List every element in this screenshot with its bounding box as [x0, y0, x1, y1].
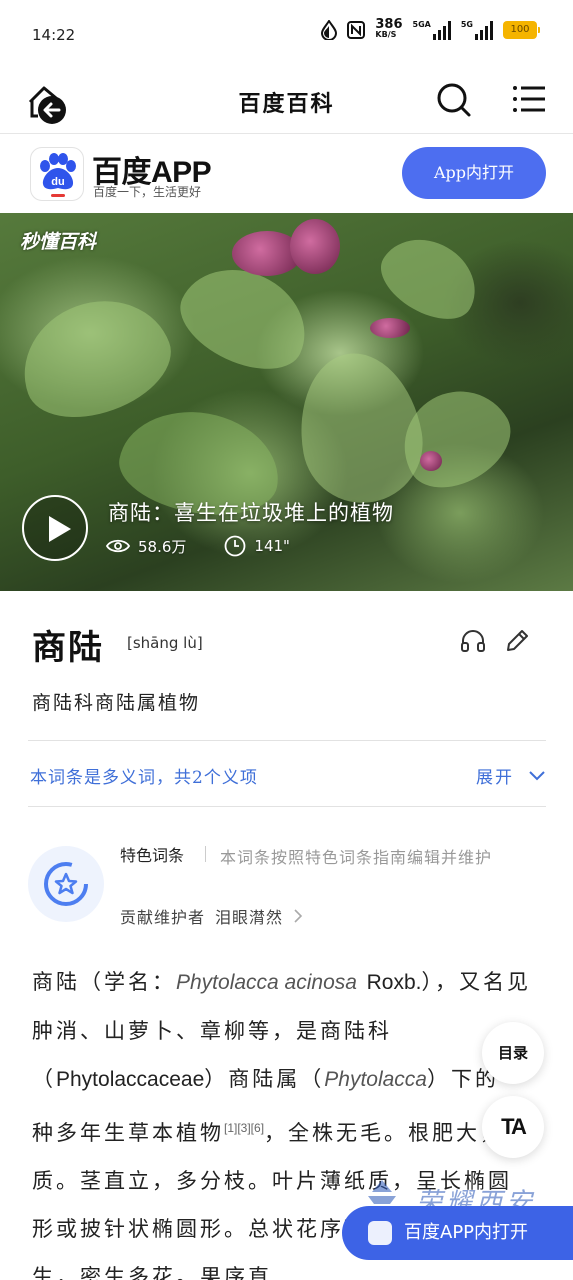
plant-leaf [369, 222, 491, 334]
ta-button[interactable]: TA [482, 1096, 544, 1158]
polysemy-bar[interactable]: 本词条是多义词，共2个义项 展开 [28, 741, 546, 807]
pencil-icon[interactable] [504, 628, 530, 654]
plant-leaf [5, 280, 185, 436]
page-title: 百度百科 [238, 91, 335, 117]
baidu-app-logo: du [30, 147, 84, 201]
status-bar: 14:22 386 KB/S 5GA 5G 100 [0, 0, 573, 70]
open-in-app-bar[interactable]: 百度APP内打开 [342, 1206, 573, 1260]
nfc-icon [347, 21, 366, 39]
signal-sim1: 5GA [413, 20, 451, 40]
expand-button[interactable]: 展开 [476, 763, 546, 788]
video-duration: 141" [254, 537, 290, 555]
open-in-app-label: 百度APP内打开 [404, 1222, 529, 1243]
status-time: 14:22 [32, 26, 76, 44]
featured-badge [28, 846, 104, 922]
latin-name: Phytolacca acinosa [176, 971, 357, 994]
signal-bars-icon [475, 20, 493, 40]
video-meta: 58.6万 141" [106, 535, 290, 557]
menu-icon[interactable] [512, 84, 546, 114]
expand-label: 展开 [476, 768, 514, 788]
featured-description: 本词条按照特色词条指南编辑并维护 [220, 848, 493, 867]
toc-button[interactable]: 目录 [482, 1022, 544, 1084]
chevron-down-icon [529, 770, 545, 780]
reference-links[interactable]: [1][3][6] [224, 1121, 264, 1135]
polysemy-text: 本词条是多义词，共2个义项 [30, 768, 258, 788]
headphones-icon[interactable] [460, 628, 486, 654]
signal-bars-icon [432, 20, 451, 40]
water-drop-icon [321, 20, 338, 40]
author-abbrev: Roxb. [366, 971, 422, 994]
eye-icon [106, 539, 130, 553]
featured-entry-card: 特色词条 本词条按照特色词条指南编辑并维护 贡献维护者 泪眼潸然 [28, 830, 546, 940]
baidu-app-small-icon [368, 1221, 392, 1245]
play-button[interactable] [22, 495, 88, 561]
app-banner: du 百度APP 百度一下，生活更好 App内打开 [0, 135, 573, 213]
battery-indicator: 100 [503, 21, 540, 39]
featured-star-icon [44, 862, 88, 906]
contributor-link[interactable]: 贡献维护者 泪眼潸然 [120, 904, 303, 928]
video-title: 商陆：喜生在垃圾堆上的植物 [108, 501, 394, 525]
signal-sim2: 5G [461, 20, 493, 40]
clock-icon [225, 535, 246, 557]
contributor-name: 泪眼潸然 [215, 908, 284, 927]
entry-pinyin: [shāng lù] [127, 634, 203, 652]
contributor-label: 贡献维护者 [120, 908, 206, 927]
top-nav: 百度百科 [0, 70, 573, 134]
genus-latin: Phytolacca [324, 1068, 427, 1091]
video-player[interactable]: 秒懂百科 商陆：喜生在垃圾堆上的植物 58.6万 141" [0, 213, 573, 591]
search-icon[interactable] [436, 82, 472, 118]
svg-text:du: du [51, 176, 64, 188]
entry-subtitle: 商陆科商陆属植物 [32, 692, 201, 714]
network-speed: 386 KB/S [375, 17, 403, 39]
berry-cluster [420, 451, 442, 471]
entry-term: 商陆 [32, 628, 104, 668]
view-count: 58.6万 [138, 537, 187, 556]
open-in-app-button[interactable]: App内打开 [402, 147, 546, 199]
baidu-paw-icon: du [40, 153, 76, 197]
berry-cluster [370, 318, 410, 338]
status-icons: 386 KB/S 5GA 5G 100 [321, 17, 540, 40]
berry-cluster [290, 219, 340, 274]
video-watermark: 秒懂百科 [20, 231, 97, 253]
entry-header: 商陆 [shāng lù] [32, 620, 203, 669]
family-latin: Phytolaccaceae [56, 1068, 205, 1091]
app-slogan: 百度一下，生活更好 [93, 185, 202, 199]
chevron-right-icon [294, 909, 303, 923]
